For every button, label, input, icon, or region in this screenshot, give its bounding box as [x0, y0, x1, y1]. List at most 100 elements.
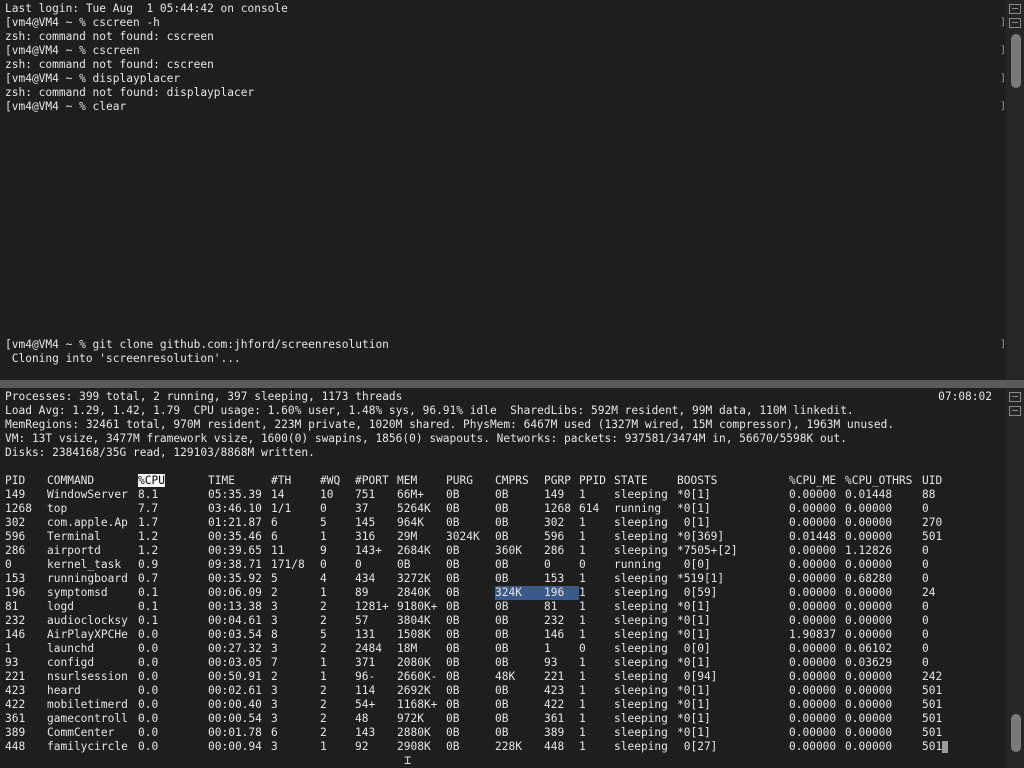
table-row[interactable]: 422 mobiletimerd 0.0 00:00.40 3 2 54+ 1168K+ 0B 0…: [5, 698, 962, 712]
table-row[interactable]: 153 runningboard 0.7 00:35.92 5 4 434 3272K 0B 0B…: [5, 572, 962, 586]
table-row[interactable]: 302 com.apple.Ap 1.7 01:21.87 6 5 145 964K 0B 0B 3…: [5, 516, 962, 530]
scroll-thumb[interactable]: [1011, 714, 1021, 752]
table-cell: 422: [5, 698, 26, 711]
table-cell: 1268: [5, 502, 32, 515]
table-row[interactable]: 93 configd 0.0 00:03.05 7 1 371 2080K 0B 0B 93 1 sle…: [5, 656, 962, 670]
scrollbar-bottom[interactable]: [1006, 388, 1024, 768]
table-cell: 4: [320, 572, 327, 585]
table-cell: 0.0: [138, 670, 159, 683]
table-cell: 1: [320, 656, 327, 669]
shell-output-lower[interactable]: [vm4@VM4 ~ % git clone github.com:jhford…: [5, 338, 994, 366]
table-cell: 24: [922, 586, 936, 599]
clone-progress-line: Cloning into 'screenresolution'...: [5, 352, 241, 365]
table-row[interactable]: 596 Terminal 1.2 00:35.46 6 1 316 29M 3024K 0B 596…: [5, 530, 962, 544]
table-cell: 3: [271, 642, 278, 655]
table-row[interactable]: 361 gamecontroll 0.0 00:00.54 3 2 48 972K 0B 0B 36…: [5, 712, 962, 726]
table-cell: sleeping: [614, 600, 668, 613]
table-cell: 423: [544, 684, 565, 697]
table-row[interactable]: 221 nsurlsession 0.0 00:50.91 2 1 96- 2660K- 0B 4…: [5, 670, 962, 684]
table-cell: 93: [544, 656, 558, 669]
column-header[interactable]: BOOSTS: [677, 474, 789, 488]
table-row[interactable]: 1 launchd 0.0 00:27.32 3 2 2484 18M 0B 0B 1 0 sleepi…: [5, 642, 962, 656]
table-cell: 0B: [495, 698, 509, 711]
top-clock: 07:08:02: [938, 390, 992, 403]
scrollbar-top[interactable]: [1006, 0, 1024, 380]
table-cell: 0.00000: [789, 656, 837, 669]
close-split-icon[interactable]: [1009, 4, 1021, 14]
scroll-thumb[interactable]: [1011, 34, 1021, 88]
table-row[interactable]: 423 heard 0.0 00:02.61 3 2 114 2692K 0B 0B 423 1 sle…: [5, 684, 962, 698]
table-row[interactable]: 232 audioclocksy 0.1 00:04.61 3 2 57 3804K 0B 0B 2…: [5, 614, 962, 628]
last-login-line: Last login: Tue Aug 1 05:44:42 on consol…: [5, 2, 288, 15]
table-cell: 03:46.10: [208, 502, 262, 515]
table-row[interactable]: 146 AirPlayXPCHe 0.0 00:03.54 8 5 131 1508K 0B 0B…: [5, 628, 962, 642]
terminal-pane-bottom[interactable]: Processes: 399 total, 2 running, 397 sle…: [0, 388, 1024, 768]
table-header-row: PID COMMAND %CPU TIME #TH #WQ #PORT MEM PURG CMPR…: [5, 474, 962, 488]
column-header[interactable]: STATE: [614, 474, 677, 488]
column-header[interactable]: #WQ: [320, 474, 355, 488]
table-cell: 29M: [397, 530, 418, 543]
column-header[interactable]: %CPU: [138, 474, 208, 488]
column-header[interactable]: PGRP: [544, 474, 579, 488]
table-cell: 501: [922, 684, 943, 697]
table-cell: 1: [544, 642, 551, 655]
table-cell: 0B: [446, 488, 460, 501]
column-header-label: PID: [5, 474, 26, 487]
table-cell: *0[1]: [677, 488, 711, 501]
process-table[interactable]: PID COMMAND %CPU TIME #TH #WQ #PORT MEM PURG CMPR…: [5, 474, 962, 754]
table-row[interactable]: 1268 top 7.7 03:46.10 1/1 0 37 5264K 0B 0B 1268 614…: [5, 502, 962, 516]
table-cell: 0B: [495, 600, 509, 613]
table-cell: 0.00000: [789, 684, 837, 697]
table-cell: 8.1: [138, 488, 159, 501]
table-cell: 0.00000: [845, 726, 893, 739]
column-header[interactable]: PPID: [579, 474, 614, 488]
table-cell: 0: [320, 502, 327, 515]
table-row[interactable]: 149 WindowServer 8.1 05:35.39 14 10 751 66M+ 0B 0…: [5, 488, 962, 502]
column-header[interactable]: #TH: [271, 474, 320, 488]
table-cell: 0.00000: [845, 530, 893, 543]
table-cell: 0.00000: [789, 502, 837, 515]
table-row[interactable]: 448 familycircle 0.0 00:00.94 3 1 92 2908K 0B 228…: [5, 740, 962, 754]
table-cell: 0.00000: [845, 684, 893, 697]
table-cell: 1/1: [271, 502, 292, 515]
table-cell: 3: [271, 684, 278, 697]
table-cell: 6: [271, 726, 278, 739]
column-header[interactable]: PID: [5, 474, 47, 488]
table-cell: 57: [355, 614, 369, 627]
column-header[interactable]: UID: [922, 474, 962, 488]
table-cell: 00:06.09: [208, 586, 262, 599]
table-cell: 501: [922, 726, 943, 739]
terminal-pane-top[interactable]: Last login: Tue Aug 1 05:44:42 on consol…: [0, 0, 1024, 380]
split-divider[interactable]: [0, 380, 1024, 388]
minimize-split-icon[interactable]: [1009, 18, 1021, 28]
table-row[interactable]: 286 airportd 1.2 00:39.65 11 9 143+ 2684K 0B 360K…: [5, 544, 962, 558]
table-cell: 0: [922, 558, 929, 571]
column-header[interactable]: CMPRS: [495, 474, 544, 488]
table-cell: 1: [579, 614, 586, 627]
column-header[interactable]: %CPU_OTHRS: [845, 474, 922, 488]
table-cell: 0.0: [138, 698, 159, 711]
column-header[interactable]: PURG: [446, 474, 495, 488]
column-header[interactable]: MEM: [397, 474, 446, 488]
table-row[interactable]: 0 kernel_task 0.9 09:38.71 171/8 0 0 0B 0B 0B 0 0 ru…: [5, 558, 962, 572]
table-cell: sleeping: [614, 698, 668, 711]
table-row[interactable]: 81 logd 0.1 00:13.38 3 2 1281+ 9180K+ 0B 0B 81 1 sle…: [5, 600, 962, 614]
table-cell: 00:00.54: [208, 712, 262, 725]
table-row[interactable]: 389 CommCenter 0.0 00:01.78 6 2 143 2880K 0B 0B 38…: [5, 726, 962, 740]
table-row[interactable]: 196 symptomsd 0.1 00:06.09 2 1 89 2840K 0B 324K 19…: [5, 586, 962, 600]
table-cell: 448: [544, 740, 565, 753]
minimize-split-icon[interactable]: [1009, 406, 1021, 416]
column-header[interactable]: COMMAND: [47, 474, 138, 488]
table-cell: 2660K-: [397, 670, 438, 683]
table-cell: 0.00000: [789, 614, 837, 627]
close-split-icon[interactable]: [1009, 392, 1021, 402]
table-cell: mobiletimerd: [47, 698, 128, 711]
column-header[interactable]: %CPU_ME: [789, 474, 845, 488]
column-header[interactable]: #PORT: [355, 474, 397, 488]
table-cell: 146: [544, 628, 565, 641]
column-header[interactable]: TIME: [208, 474, 271, 488]
table-cell: 3024K: [446, 530, 480, 543]
shell-output[interactable]: Last login: Tue Aug 1 05:44:42 on consol…: [5, 2, 994, 114]
table-cell: 0.0: [138, 656, 159, 669]
table-cell: 149: [544, 488, 565, 501]
